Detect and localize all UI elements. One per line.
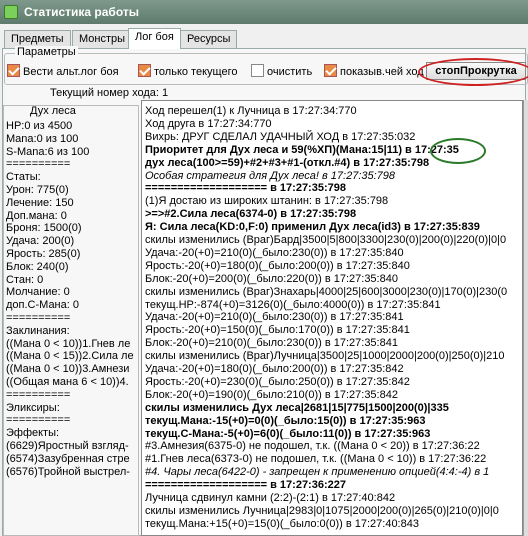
log-line: =================== в 17:27:35:798 xyxy=(145,182,346,195)
log-line: Ярость:-20(+0)=180(0)(_было:200(0)) в 17… xyxy=(145,259,410,272)
stat-line: ========== xyxy=(6,388,71,401)
log-line: Блок:-20(+0)=210(0)(_было:230(0)) в 17:2… xyxy=(145,337,398,350)
tab-monsters[interactable]: Монстры xyxy=(72,30,133,48)
stat-line: ((Мана 0 < 10))3.Амнези xyxy=(6,363,130,376)
app-icon xyxy=(4,5,18,19)
stat-line: ========== xyxy=(6,414,71,427)
log-line: текущ.HP:-874(+0)=3126(0)(_было:4000(0))… xyxy=(145,298,441,311)
tab-battle-log[interactable]: Лог боя xyxy=(128,28,181,49)
stat-line: (6574)Зазубренная стре xyxy=(6,452,130,465)
stat-line: Броня: 1500(0) xyxy=(6,222,82,235)
stat-line: Урон: 775(0) xyxy=(6,183,69,196)
checkbox-box[interactable] xyxy=(138,64,151,77)
stat-line: Доп.мана: 0 xyxy=(6,209,67,222)
unit-stats-group: Дух леса HP:0 из 4500 Mana:0 из 100 S-Mana… xyxy=(3,105,139,536)
log-line: Удача:-20(+0)=210(0)(_было:230(0)) в 17:… xyxy=(145,311,404,324)
log-line: текущ.С-Мана:-5(+0)=6(0)(_было:11(0)) в … xyxy=(145,427,431,440)
stat-line: ((Общая мана 6 < 10))4. xyxy=(6,375,129,388)
log-line: (1)Я достаю из широких штанин: в 17:27:3… xyxy=(145,195,389,208)
log-line: скилы изменились Дух леса|2681|15|775|15… xyxy=(145,401,449,414)
checkbox-label: Вести альт.лог боя xyxy=(23,66,119,78)
checkbox-clear[interactable]: очистить xyxy=(251,64,312,80)
stat-line: Статы: xyxy=(6,171,41,184)
window-title: Статистика работы xyxy=(24,5,139,19)
log-line: Ярость:-20(+0)=230(0)(_было:250(0)) в 17… xyxy=(145,375,410,388)
log-line: скилы изменились (Враг)Бард|3500|5|800|3… xyxy=(145,234,507,246)
checkbox-label: показыв.чей ход xyxy=(340,66,424,78)
checkbox-label: только текущего xyxy=(154,66,238,78)
stat-line: Эффекты: xyxy=(6,427,60,440)
log-line: #4. Чары леса(6422-0) - запрещен к приме… xyxy=(145,466,490,479)
stat-line: доп.С-Мана: 0 xyxy=(6,299,79,312)
stat-line: Удача: 200(0) xyxy=(6,235,75,248)
stat-line: ========== xyxy=(6,158,71,171)
stat-line: (6629)Яростный взгляд- xyxy=(6,439,129,452)
checkbox-box[interactable] xyxy=(7,64,20,77)
log-line: #1.Гнев леса(6373-0) не подошел, т.к. ((… xyxy=(145,453,487,466)
stat-line: Mana:0 из 100 xyxy=(6,132,79,145)
log-line: Особая стратегия для Дух леса! в 17:27:3… xyxy=(145,169,396,182)
checkbox-current-only[interactable]: только текущего xyxy=(138,64,237,80)
log-line: >=>#2.Сила леса(6374-0) в 17:27:35:798 xyxy=(145,208,357,221)
log-line: Удача:-20(+0)=210(0)(_было:230(0)) в 17:… xyxy=(145,246,404,259)
log-line: Блок:-20(+0)=190(0)(_было:210(0)) в 17:2… xyxy=(145,388,398,401)
stat-line: Молчание: 0 xyxy=(6,286,70,299)
stat-line: ========== xyxy=(6,311,71,324)
checkbox-label: очистить xyxy=(267,66,313,78)
log-line: скилы изменились (Враг)Знахарь|4000|25|6… xyxy=(145,285,508,298)
log-line: Ход перешел(1) к Лучница в 17:27:34:770 xyxy=(145,105,357,117)
checkbox-box[interactable] xyxy=(324,64,337,77)
log-line: Удача:-20(+0)=180(0)(_было:200(0)) в 17:… xyxy=(145,363,404,375)
log-line: Блок:-20(+0)=200(0)(_было:220(0)) в 17:2… xyxy=(145,272,398,285)
stat-line: Лечение: 150 xyxy=(6,196,74,209)
log-scrollbar[interactable] xyxy=(523,100,528,536)
stat-line: (6576)Тройной выстрел- xyxy=(6,465,130,478)
tab-resources[interactable]: Ресурсы xyxy=(180,30,238,48)
log-line: =================== в 17:27:36:227 xyxy=(145,479,346,492)
params-legend: Параметры xyxy=(15,46,78,58)
checkbox-box[interactable] xyxy=(251,64,264,77)
stat-line: HP:0 из 4500 xyxy=(6,120,73,132)
log-line: Ход друга в 17:27:34:770 xyxy=(145,117,272,130)
stat-line: Стан: 0 xyxy=(6,273,44,286)
log-line: скилы изменились Лучница|2983|0|1075|200… xyxy=(145,504,499,517)
title-bar: Статистика работы xyxy=(0,0,528,24)
checkbox-alt-log[interactable]: Вести альт.лог боя xyxy=(7,64,119,80)
unit-name: Дух леса xyxy=(28,105,78,117)
log-line: Лучница сдвинул камни (2:2)-(2:1) в 17:2… xyxy=(145,492,396,504)
log-line: скилы изменились (Враг)Лучница|3500|25|1… xyxy=(145,350,505,363)
log-line: текущ.Мана:-15(+0)=0(0)(_было:15(0)) в 1… xyxy=(145,414,426,427)
log-line: Я: Сила леса(KD:0,F:0) применил Дух леса… xyxy=(145,221,480,234)
log-line: дух леса(100>=59)+#2+#3+#1-(откл.#4) в 1… xyxy=(145,156,430,169)
log-line: #3.Амнезия(6375-0) не подошел, т.к. ((Ма… xyxy=(145,440,480,453)
stat-line: S-Mana:6 из 100 xyxy=(6,145,90,158)
log-line: Приоритет для Дух леса и 59(%ХП)(Мана:15… xyxy=(145,143,459,156)
battle-log[interactable]: Ход перешел(1) к Лучница в 17:27:34:770 Х… xyxy=(141,100,523,536)
highlight-circle-green xyxy=(430,138,486,164)
log-line: текущ.Мана:+15(+0)=15(0)(_было:0(0)) в 1… xyxy=(145,517,419,530)
turn-number-label: Текущий номер хода: 1 xyxy=(50,87,169,99)
unit-stats-list: HP:0 из 4500 Mana:0 из 100 S-Mana:6 из 100… xyxy=(6,120,138,535)
checkbox-show-turn[interactable]: показыв.чей ход xyxy=(324,64,424,80)
highlight-circle xyxy=(418,58,528,86)
stat-line: Эликсиры: xyxy=(6,401,60,414)
stat-line: Заклинания: xyxy=(6,324,70,337)
stat-line: Ярость: 285(0) xyxy=(6,247,81,260)
log-line: Ярость:-20(+0)=150(0)(_было:170(0)) в 17… xyxy=(145,324,410,337)
stat-line: ((Мана 0 < 15))2.Сила ле xyxy=(6,350,134,363)
tab-strip: Предметы Монстры Лог боя Ресурсы xyxy=(0,28,528,49)
stat-line: ((Мана 0 < 10))1.Гнев ле xyxy=(6,337,131,350)
log-line: Вихрь: ДРУГ СДЕЛАЛ УДАЧНЫЙ ХОД в 17:27:3… xyxy=(145,130,416,143)
stat-line: Блок: 240(0) xyxy=(6,260,69,273)
